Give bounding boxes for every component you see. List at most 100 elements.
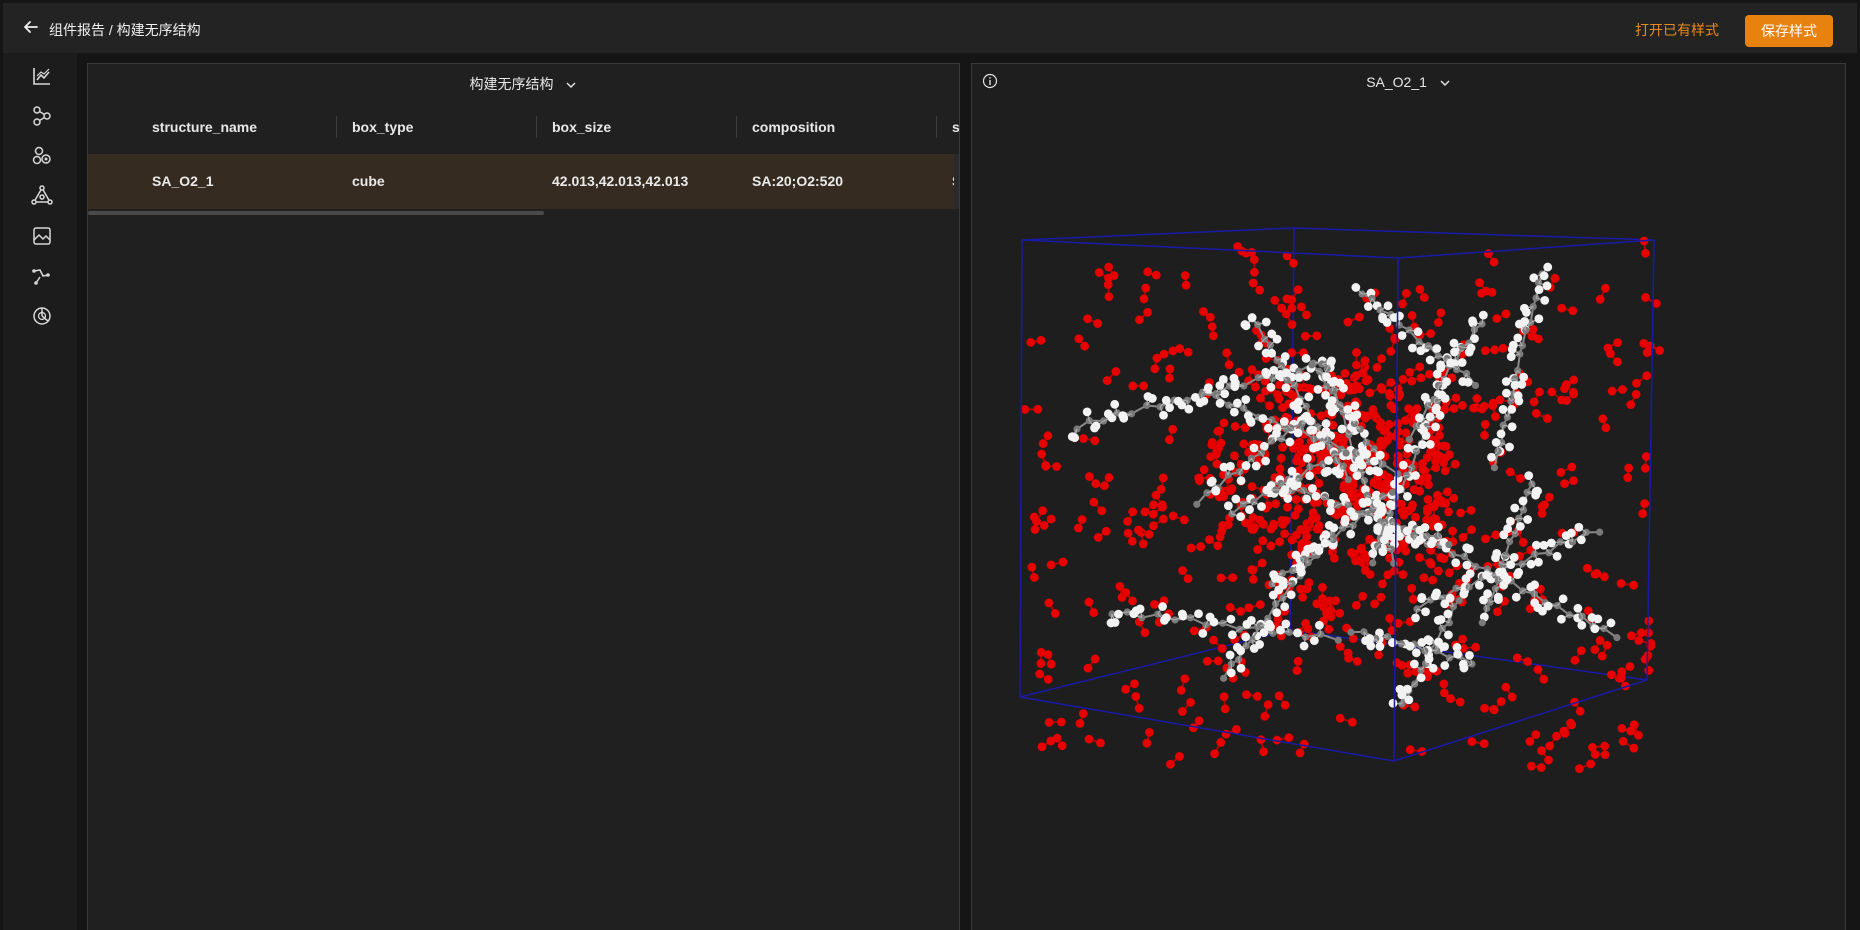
hydrogen-atom [1402,684,1412,694]
oxygen-atom [1480,346,1490,356]
oxygen-atom [1213,541,1223,551]
oxygen-atom [1586,759,1596,769]
column-header-box-type[interactable]: box_type [352,104,512,150]
oxygen-atom [1252,691,1262,701]
column-header-truncated[interactable]: st [952,104,959,150]
oxygen-atom [1545,741,1555,751]
oxygen-atom [1104,292,1114,302]
oxygen-atom [1537,746,1546,756]
chevron-down-icon[interactable] [565,79,577,91]
oxygen-atom [1207,437,1217,447]
oxygen-atom [1166,759,1175,769]
oxygen-atom [1213,656,1223,666]
column-header-structure-name[interactable]: structure_name [152,104,312,150]
hydrogen-atom [1286,590,1296,600]
hydrogen-atom [1411,648,1421,658]
table-panel-title[interactable]: 构建无序结构 [88,74,959,94]
oxygen-atom [1079,434,1088,443]
hydrogen-atom [1161,613,1171,623]
hydrogen-atom [1530,580,1540,590]
oxygen-atom [1265,401,1274,411]
network-icon[interactable] [30,184,54,208]
oxygen-atom [1089,608,1099,617]
oxygen-atom [1626,726,1636,736]
oxygen-atom [1535,387,1544,397]
oxygen-atom [1641,452,1651,461]
oxygen-atom [1638,509,1648,519]
oxygen-atom [1284,733,1294,743]
oxygen-atom [1443,487,1452,497]
oxygen-atom [1385,391,1395,401]
oxygen-atom [1102,376,1112,385]
open-style-link[interactable]: 打开已有样式 [1635,20,1719,40]
hydrogen-atom [1507,344,1517,354]
hydrogen-atom [1542,281,1552,291]
oxygen-atom [1302,310,1311,320]
oxygen-atom [1544,755,1553,765]
column-divider[interactable] [536,116,537,138]
oxygen-atom [1632,378,1641,388]
oxygen-atom [1456,508,1465,518]
oxygen-atom [1590,645,1600,655]
oxygen-atom [1302,584,1312,594]
oxygen-atom [1293,285,1303,295]
hydrogen-atom [1425,412,1435,422]
hydrogen-atom [1293,428,1303,438]
oxygen-atom [1027,562,1037,572]
oxygen-atom [1253,545,1263,554]
node-graph-icon[interactable] [30,104,54,128]
hydrogen-atom [1466,343,1476,353]
hydrogen-atom [1308,443,1318,453]
hydrogen-atom [1482,570,1491,580]
pie-chart-icon[interactable] [30,304,54,328]
back-arrow-icon[interactable] [21,17,41,37]
table-row[interactable]: SA_O2_1 cube 42.013,42.013,42.013 SA:20;… [88,154,956,209]
oxygen-atom [1472,394,1482,403]
oxygen-atom [1377,384,1387,394]
cell-box-type: cube [352,173,385,189]
column-header-box-size[interactable]: box_size [552,104,712,150]
oxygen-atom [1439,554,1449,564]
oxygen-atom [1598,414,1608,424]
oxygen-atom [1297,302,1306,312]
oxygen-atom [1274,394,1284,404]
column-divider[interactable] [936,116,937,138]
hydrogen-atom [1463,377,1473,387]
line-chart-icon[interactable] [30,64,54,88]
oxygen-atom [1043,650,1053,659]
oxygen-atom [1438,498,1447,508]
hydrogen-atom [1220,389,1230,399]
oxygen-atom [1525,737,1535,746]
oxygen-atom [1340,368,1350,378]
box-edge [1019,696,1395,762]
molecule-3d-view[interactable] [972,64,1846,930]
hydrogen-atom [1247,313,1257,322]
column-divider[interactable] [736,116,737,138]
oxygen-atom [1492,314,1502,323]
oxygen-atom [1159,349,1169,359]
save-style-button[interactable]: 保存样式 [1745,15,1833,47]
oxygen-atom [1269,519,1278,529]
column-header-composition[interactable]: composition [752,104,912,150]
oxygen-atom [1181,280,1191,290]
hydrogen-atom [1519,372,1529,382]
column-divider[interactable] [336,116,337,138]
image-icon[interactable] [30,224,54,248]
carbon-atom [1445,540,1453,549]
cell-structure-name: SA_O2_1 [152,173,214,189]
molecule-icon[interactable] [30,144,54,168]
vertical-scrollbar[interactable] [954,154,959,209]
hydrogen-atom [1434,637,1443,647]
oxygen-atom [1138,539,1148,549]
hydrogen-atom [1225,650,1235,660]
hydrogen-atom [1432,369,1442,379]
oxygen-atom [1123,516,1133,526]
path-icon[interactable] [30,264,54,288]
oxygen-atom [1280,700,1290,710]
oxygen-atom [1556,467,1566,477]
hydrogen-atom [1479,595,1488,605]
oxygen-atom [1135,315,1144,325]
oxygen-atom [1418,464,1428,474]
horizontal-scrollbar[interactable] [88,211,544,215]
oxygen-atom [1641,293,1650,302]
